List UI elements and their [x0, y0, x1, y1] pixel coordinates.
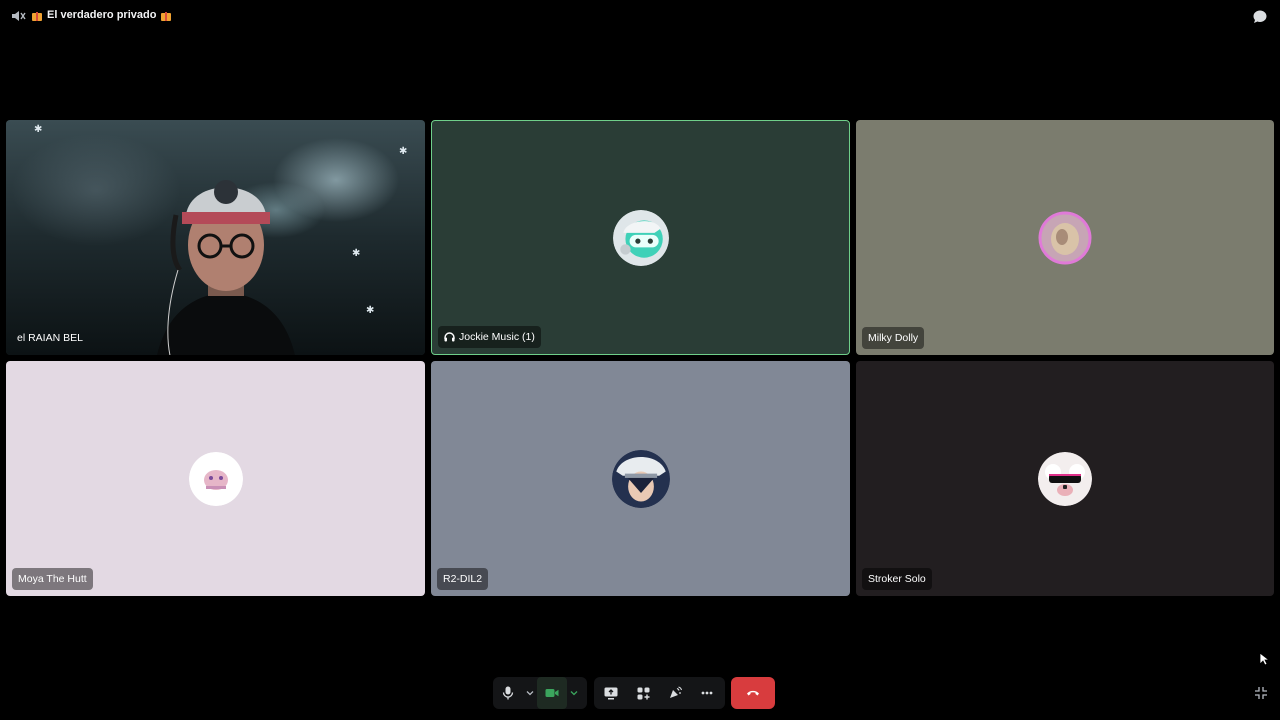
microphone-options-button[interactable] [523, 677, 537, 709]
more-options-button[interactable] [692, 677, 722, 709]
participant-name: R2-DIL2 [443, 573, 483, 585]
participant-name: Milky Dolly [868, 332, 919, 344]
channel-title-text: El verdadero privado [47, 9, 157, 21]
participant-name-label: Milky Dolly [862, 327, 925, 349]
soundboard-button[interactable] [660, 677, 690, 709]
more-icon [701, 691, 713, 695]
leave-call-icon [747, 690, 759, 696]
participant-name: el RAIAN BEL [17, 332, 83, 344]
mouse-cursor-icon [1259, 652, 1269, 666]
soundboard-icon [670, 686, 682, 698]
audio-video-controls [493, 677, 587, 709]
screen-share-icon [604, 687, 618, 699]
gift-emoji [31, 10, 43, 21]
headphones-icon [444, 332, 455, 342]
participant-tile[interactable]: Milky Dolly [856, 120, 1274, 355]
user-avatar [611, 449, 670, 508]
snowflake-icon: ✱ [399, 146, 408, 157]
activity-controls [594, 677, 725, 709]
participant-name: Jockie Music (1) [459, 331, 535, 343]
speaker-muted-icon[interactable] [10, 9, 26, 23]
call-controls [0, 677, 1280, 709]
participant-tile[interactable]: R2-DIL2 [431, 361, 850, 596]
participant-name-label: R2-DIL2 [437, 568, 489, 590]
exit-fullscreen-icon[interactable] [1254, 686, 1268, 700]
channel-title: El verdadero privado [31, 9, 172, 21]
participant-name: Stroker Solo [868, 573, 926, 585]
chevron-down-icon [570, 691, 578, 696]
microphone-button[interactable] [493, 677, 523, 709]
participant-name-label: Stroker Solo [862, 568, 932, 590]
voice-channel-header: El verdadero privado [0, 0, 1280, 32]
participant-tile-speaking[interactable]: Jockie Music (1) [431, 120, 850, 355]
participant-tile-camera[interactable]: ✱ ✱ ✱ ✱ el RAIAN BEL [6, 120, 425, 355]
participant-name-label: Moya The Hutt [12, 568, 93, 590]
activities-icon [637, 687, 649, 699]
user-avatar [1038, 211, 1092, 264]
camera-icon [545, 689, 559, 697]
activities-button[interactable] [628, 677, 658, 709]
snowflake-icon: ✱ [352, 248, 361, 259]
user-avatar [188, 451, 243, 506]
microphone-icon [502, 686, 514, 700]
chat-bubble-icon[interactable] [1252, 9, 1268, 25]
camera-button[interactable] [537, 677, 567, 709]
chevron-down-icon [526, 691, 534, 696]
participant-name-label: Jockie Music (1) [438, 326, 541, 348]
gift-emoji [160, 10, 172, 21]
snowflake-icon: ✱ [34, 124, 43, 135]
participant-tile[interactable]: Moya The Hutt [6, 361, 425, 596]
participant-tile[interactable]: Stroker Solo [856, 361, 1274, 596]
screen-share-button[interactable] [596, 677, 626, 709]
participant-name-label: el RAIAN BEL [11, 327, 89, 349]
webcam-person [157, 180, 295, 355]
participant-name: Moya The Hutt [18, 573, 87, 585]
leave-call-button[interactable] [731, 677, 775, 709]
camera-options-button[interactable] [567, 677, 581, 709]
user-avatar [1038, 451, 1092, 506]
snowflake-icon: ✱ [366, 305, 375, 316]
bot-avatar [612, 209, 669, 266]
